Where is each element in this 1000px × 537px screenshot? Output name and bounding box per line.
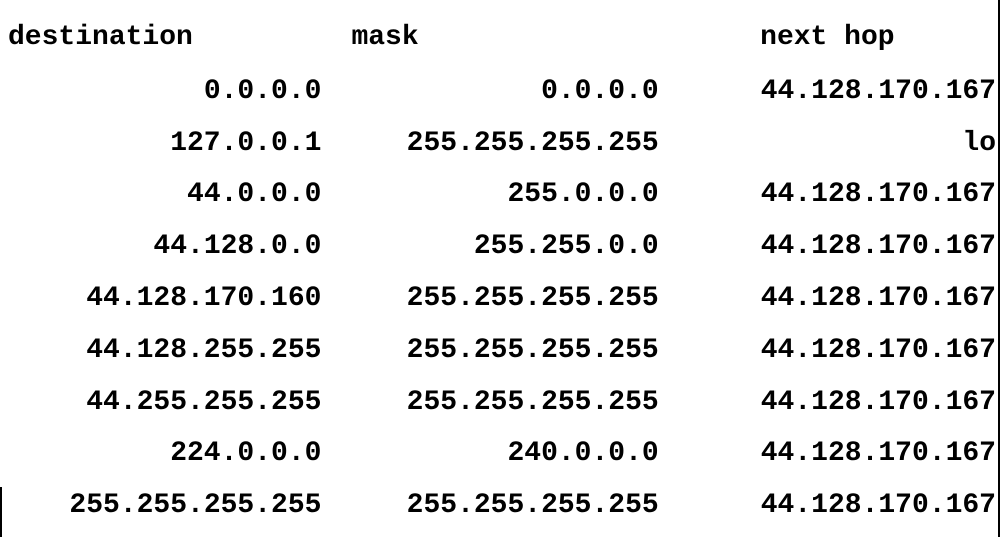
table-row: 44.128.170.160 255.255.255.255 44.128.17… bbox=[4, 273, 996, 325]
table-row: 44.255.255.255 255.255.255.255 44.128.17… bbox=[4, 377, 996, 429]
cell-next-hop: 44.128.170.167 bbox=[659, 66, 996, 118]
cell-mask: 255.255.255.255 bbox=[321, 273, 658, 325]
cell-next-hop: 44.128.170.167 bbox=[659, 273, 996, 325]
cell-destination: 44.255.255.255 bbox=[4, 377, 321, 429]
cell-next-hop: 44.128.170.167 bbox=[659, 377, 996, 429]
routing-table: destination mask next hop 0.0.0.0 0.0.0.… bbox=[4, 12, 996, 532]
cell-next-hop: 44.128.170.167 bbox=[659, 169, 996, 221]
cell-destination: 224.0.0.0 bbox=[4, 428, 321, 480]
cell-mask: 255.255.255.255 bbox=[321, 118, 658, 170]
cell-next-hop: 44.128.170.167 bbox=[659, 325, 996, 377]
cell-next-hop: 44.128.170.167 bbox=[659, 221, 996, 273]
table-row: 255.255.255.255 255.255.255.255 44.128.1… bbox=[4, 480, 996, 532]
border-left-partial bbox=[0, 487, 2, 537]
header-mask: mask bbox=[321, 12, 658, 66]
cell-destination: 127.0.0.1 bbox=[4, 118, 321, 170]
cell-mask: 240.0.0.0 bbox=[321, 428, 658, 480]
cell-mask: 255.255.255.255 bbox=[321, 377, 658, 429]
table-row: 44.128.0.0 255.255.0.0 44.128.170.167 bbox=[4, 221, 996, 273]
cell-mask: 255.255.0.0 bbox=[321, 221, 658, 273]
cell-mask: 255.255.255.255 bbox=[321, 325, 658, 377]
header-destination: destination bbox=[4, 12, 321, 66]
table-header: destination mask next hop bbox=[4, 12, 996, 66]
table-row: 44.0.0.0 255.0.0.0 44.128.170.167 bbox=[4, 169, 996, 221]
cell-destination: 44.128.255.255 bbox=[4, 325, 321, 377]
cell-next-hop: 44.128.170.167 bbox=[659, 480, 996, 532]
cell-destination: 255.255.255.255 bbox=[4, 480, 321, 532]
cell-next-hop: 44.128.170.167 bbox=[659, 428, 996, 480]
table-row: 127.0.0.1 255.255.255.255 lo bbox=[4, 118, 996, 170]
cell-mask: 0.0.0.0 bbox=[321, 66, 658, 118]
table-row: 44.128.255.255 255.255.255.255 44.128.17… bbox=[4, 325, 996, 377]
cell-mask: 255.0.0.0 bbox=[321, 169, 658, 221]
cell-destination: 44.128.170.160 bbox=[4, 273, 321, 325]
cell-destination: 44.0.0.0 bbox=[4, 169, 321, 221]
table-row: 0.0.0.0 0.0.0.0 44.128.170.167 bbox=[4, 66, 996, 118]
cell-destination: 44.128.0.0 bbox=[4, 221, 321, 273]
cell-mask: 255.255.255.255 bbox=[321, 480, 658, 532]
header-next-hop: next hop bbox=[659, 12, 996, 66]
cell-next-hop: lo bbox=[659, 118, 996, 170]
cell-destination: 0.0.0.0 bbox=[4, 66, 321, 118]
table-row: 224.0.0.0 240.0.0.0 44.128.170.167 bbox=[4, 428, 996, 480]
